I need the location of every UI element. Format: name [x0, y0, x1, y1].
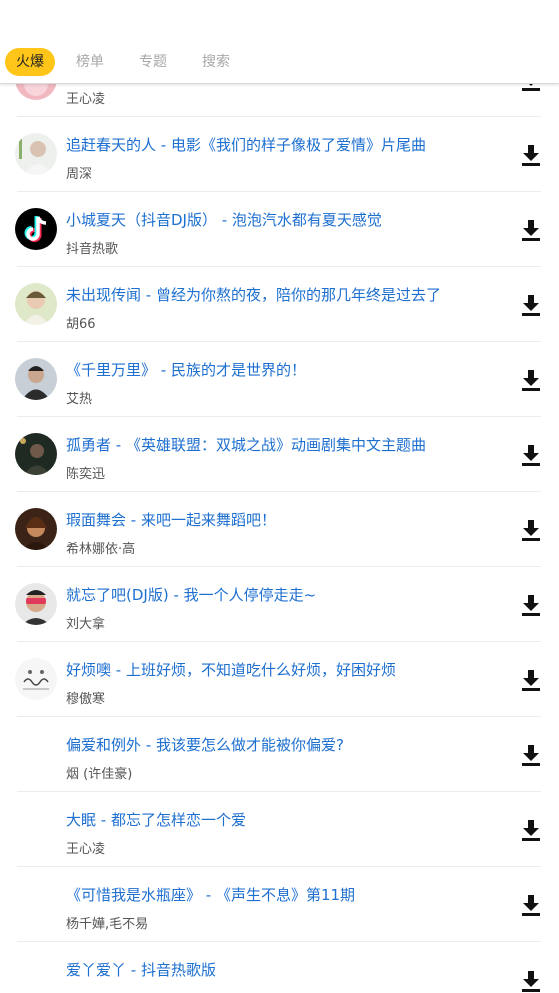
song-row[interactable]: 孤勇者 - 《英雄联盟：双城之战》动画剧集中文主题曲 陈奕迅: [15, 417, 542, 492]
download-icon[interactable]: [520, 593, 542, 617]
song-artist: 陈奕迅: [66, 467, 106, 482]
song-avatar: [15, 358, 57, 400]
song-artist: 杨千嬅,毛不易: [66, 917, 149, 932]
song-artist: 王心凌: [66, 92, 106, 107]
tab-bar: 火爆 榜单 专题 搜索: [0, 0, 559, 84]
tiktok-logo-icon: [15, 208, 57, 250]
tab-search[interactable]: 搜索: [191, 48, 241, 76]
download-icon[interactable]: [520, 743, 542, 767]
download-icon[interactable]: [520, 893, 542, 917]
song-title[interactable]: 好烦噢 - 上班好烦，不知道吃什么好烦，好困好烦: [66, 659, 486, 680]
song-artist: 希林娜依·高: [66, 542, 136, 557]
song-title[interactable]: 瑕面舞会 - 来吧一起来舞蹈吧！: [66, 509, 486, 530]
song-artist: 烟 (许佳豪): [66, 767, 133, 782]
song-artist: 王心凌: [66, 842, 106, 857]
song-avatar: [15, 283, 57, 325]
download-icon[interactable]: [520, 818, 542, 842]
song-avatar: [15, 508, 57, 550]
song-title[interactable]: 爱丫爱丫 - 抖音热歌版: [66, 959, 486, 980]
song-title[interactable]: 孤勇者 - 《英雄联盟：双城之战》动画剧集中文主题曲: [66, 434, 486, 455]
song-row[interactable]: 《千里万里》 - 民族的才是世界的！ 艾热: [15, 342, 542, 417]
song-row[interactable]: 爱丫爱丫 - 抖音热歌版: [17, 942, 541, 993]
download-icon[interactable]: [520, 668, 542, 692]
download-icon[interactable]: [520, 143, 542, 167]
song-artist: 周深: [66, 167, 93, 182]
song-row[interactable]: 小城夏天（抖音DJ版） - 泡泡汽水都有夏天感觉 抖音热歌: [15, 192, 542, 267]
song-title[interactable]: 大眠 - 都忘了怎样恋一个爱: [66, 809, 486, 830]
song-artist: 艾热: [66, 392, 93, 407]
song-avatar: [15, 133, 57, 175]
song-artist: 穆傲寒: [66, 692, 106, 707]
tab-hot[interactable]: 火爆: [5, 48, 55, 76]
download-icon[interactable]: [520, 443, 542, 467]
song-title[interactable]: 偏爱和例外 - 我该要怎么做才能被你偏爱?: [66, 734, 486, 755]
song-list: 王心凌 追赶春天的人 - 电影《我们的样子像极了爱情》片尾曲 周深 小城夏天（抖…: [0, 42, 559, 993]
song-artist: 胡66: [66, 317, 96, 332]
song-title[interactable]: 追赶春天的人 - 电影《我们的样子像极了爱情》片尾曲: [66, 134, 486, 155]
download-icon[interactable]: [520, 218, 542, 242]
song-row[interactable]: 好烦噢 - 上班好烦，不知道吃什么好烦，好困好烦 穆傲寒: [15, 642, 542, 717]
tab-topics[interactable]: 专题: [128, 48, 178, 76]
song-row[interactable]: 《可惜我是水瓶座》 - 《声生不息》第11期 杨千嬅,毛不易: [17, 867, 541, 942]
song-title[interactable]: 《可惜我是水瓶座》 - 《声生不息》第11期: [66, 884, 486, 905]
song-row[interactable]: 未出现传闻 - 曾经为你熬的夜，陪你的那几年终是过去了 胡66: [15, 267, 542, 342]
song-avatar: [15, 583, 57, 625]
song-title[interactable]: 就忘了吧(DJ版) - 我一个人停停走走~: [66, 584, 486, 605]
song-title[interactable]: 《千里万里》 - 民族的才是世界的！: [66, 359, 486, 380]
song-artist: 抖音热歌: [66, 242, 119, 257]
song-avatar: [15, 433, 57, 475]
song-title[interactable]: 未出现传闻 - 曾经为你熬的夜，陪你的那几年终是过去了: [66, 284, 486, 305]
song-row[interactable]: 偏爱和例外 - 我该要怎么做才能被你偏爱? 烟 (许佳豪): [17, 717, 541, 792]
song-row[interactable]: 就忘了吧(DJ版) - 我一个人停停走走~ 刘大拿: [15, 567, 542, 642]
download-icon[interactable]: [520, 368, 542, 392]
download-icon[interactable]: [520, 293, 542, 317]
song-artist: 刘大拿: [66, 617, 106, 632]
song-avatar: [15, 658, 57, 700]
song-row[interactable]: 大眠 - 都忘了怎样恋一个爱 王心凌: [17, 792, 541, 867]
download-icon[interactable]: [520, 969, 542, 993]
song-title[interactable]: 小城夏天（抖音DJ版） - 泡泡汽水都有夏天感觉: [66, 209, 486, 230]
download-icon[interactable]: [520, 518, 542, 542]
song-row[interactable]: 追赶春天的人 - 电影《我们的样子像极了爱情》片尾曲 周深: [15, 117, 542, 192]
song-row[interactable]: 瑕面舞会 - 来吧一起来舞蹈吧！ 希林娜依·高: [15, 492, 542, 567]
tab-charts[interactable]: 榜单: [65, 48, 115, 76]
